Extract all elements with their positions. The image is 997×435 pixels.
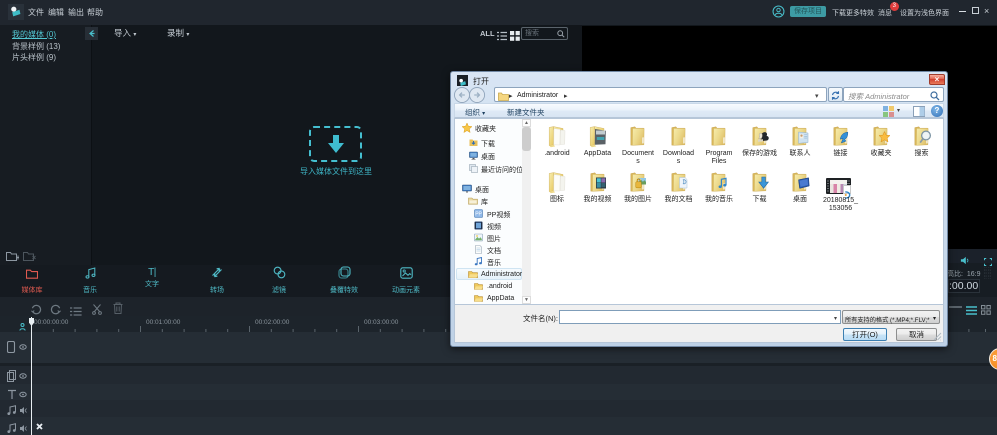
svg-text:PP: PP [475,212,482,218]
